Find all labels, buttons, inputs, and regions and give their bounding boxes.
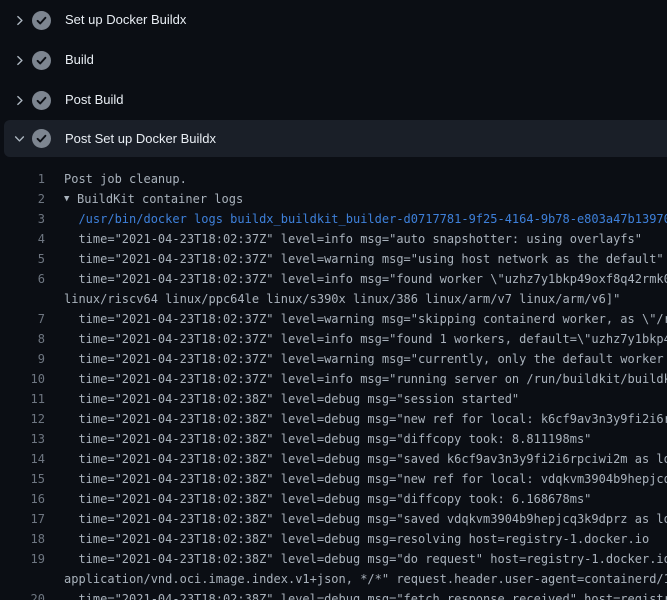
log-text: time="2021-04-23T18:02:38Z" level=debug … — [64, 509, 667, 529]
chevron-down-icon — [12, 132, 26, 146]
log-group-title[interactable]: BuildKit container logs — [77, 189, 243, 209]
log-text: time="2021-04-23T18:02:38Z" level=debug … — [64, 389, 519, 409]
log-line-number[interactable]: 14 — [0, 449, 45, 469]
workflow-log-panel: Set up Docker Buildx Build Post Build Post … — [0, 0, 667, 600]
log-line: 5 time="2021-04-23T18:02:37Z" level=warn… — [0, 249, 667, 269]
log-line-number[interactable]: 8 — [0, 329, 45, 349]
log-text: time="2021-04-23T18:02:38Z" level=debug … — [64, 489, 591, 509]
log-line-number[interactable]: 11 — [0, 389, 45, 409]
step-row-set-up-docker-buildx[interactable]: Set up Docker Buildx — [0, 0, 667, 40]
chevron-right-icon — [12, 13, 26, 27]
step-row-post-build[interactable]: Post Build — [0, 80, 667, 120]
step-label: Build — [65, 51, 94, 69]
log-text: Post job cleanup. — [64, 169, 187, 189]
log-line-number[interactable]: 6 — [0, 269, 45, 289]
log-line: 13 time="2021-04-23T18:02:38Z" level=deb… — [0, 429, 667, 449]
log-text: time="2021-04-23T18:02:37Z" level=info m… — [64, 269, 667, 289]
log-text: linux/riscv64 linux/ppc64le linux/s390x … — [64, 289, 620, 309]
log-text: time="2021-04-23T18:02:38Z" level=debug … — [64, 589, 667, 600]
log-line-number[interactable]: 15 — [0, 469, 45, 489]
log-line-number — [0, 569, 45, 589]
log-command-text: /usr/bin/docker logs buildx_buildkit_bui… — [64, 209, 667, 229]
log-line-number[interactable]: 9 — [0, 349, 45, 369]
step-list: Set up Docker Buildx Build Post Build Post … — [0, 0, 667, 157]
log-line: 10 time="2021-04-23T18:02:37Z" level=inf… — [0, 369, 667, 389]
check-circle-icon — [32, 51, 51, 70]
log-text: time="2021-04-23T18:02:38Z" level=debug … — [64, 549, 667, 569]
log-line: 12 time="2021-04-23T18:02:38Z" level=deb… — [0, 409, 667, 429]
log-line: 20 time="2021-04-23T18:02:38Z" level=deb… — [0, 589, 667, 600]
log-line: 8 time="2021-04-23T18:02:37Z" level=info… — [0, 329, 667, 349]
log-line-number — [0, 289, 45, 309]
log-line: 18 time="2021-04-23T18:02:38Z" level=deb… — [0, 529, 667, 549]
log-line-number[interactable]: 1 — [0, 169, 45, 189]
log-text: time="2021-04-23T18:02:37Z" level=info m… — [64, 229, 642, 249]
log-line-number[interactable]: 16 — [0, 489, 45, 509]
log-line-number[interactable]: 10 — [0, 369, 45, 389]
log-line-number[interactable]: 2 — [0, 189, 45, 209]
log-text: time="2021-04-23T18:02:37Z" level=warnin… — [64, 349, 667, 369]
log-line-number[interactable]: 20 — [0, 589, 45, 600]
log-line-number[interactable]: 13 — [0, 429, 45, 449]
step-label: Post Build — [65, 91, 124, 109]
log-line-number[interactable]: 7 — [0, 309, 45, 329]
group-toggle-icon[interactable]: ▼ — [64, 189, 77, 209]
log-line: 4 time="2021-04-23T18:02:37Z" level=info… — [0, 229, 667, 249]
chevron-right-icon — [12, 93, 26, 107]
log-line-continuation: linux/riscv64 linux/ppc64le linux/s390x … — [0, 289, 667, 309]
log-line-number[interactable]: 3 — [0, 209, 45, 229]
check-circle-icon — [32, 129, 51, 148]
log-text: application/vnd.oci.image.index.v1+json,… — [64, 569, 667, 589]
log-line: 11 time="2021-04-23T18:02:38Z" level=deb… — [0, 389, 667, 409]
log-text: time="2021-04-23T18:02:38Z" level=debug … — [64, 409, 667, 429]
log-line-number[interactable]: 4 — [0, 229, 45, 249]
log-line-number[interactable]: 17 — [0, 509, 45, 529]
log-line: 3 /usr/bin/docker logs buildx_buildkit_b… — [0, 209, 667, 229]
log-area: 1 Post job cleanup. 2 ▼BuildKit container l… — [0, 157, 667, 600]
log-line: 9 time="2021-04-23T18:02:37Z" level=warn… — [0, 349, 667, 369]
log-line: 15 time="2021-04-23T18:02:38Z" level=deb… — [0, 469, 667, 489]
log-line-number[interactable]: 5 — [0, 249, 45, 269]
log-line: 19 time="2021-04-23T18:02:38Z" level=deb… — [0, 549, 667, 569]
log-line: 6 time="2021-04-23T18:02:37Z" level=info… — [0, 269, 667, 289]
log-line: 2 ▼BuildKit container logs — [0, 189, 667, 209]
log-line: 1 Post job cleanup. — [0, 169, 667, 189]
step-row-build[interactable]: Build — [0, 40, 667, 80]
log-text: time="2021-04-23T18:02:38Z" level=debug … — [64, 469, 667, 489]
log-line-number[interactable]: 19 — [0, 549, 45, 569]
log-line-number[interactable]: 12 — [0, 409, 45, 429]
step-label: Set up Docker Buildx — [65, 11, 186, 29]
log-line: 14 time="2021-04-23T18:02:38Z" level=deb… — [0, 449, 667, 469]
chevron-right-icon — [12, 53, 26, 67]
step-label: Post Set up Docker Buildx — [65, 130, 216, 148]
log-line: 17 time="2021-04-23T18:02:38Z" level=deb… — [0, 509, 667, 529]
step-row-post-set-up-docker-buildx[interactable]: Post Set up Docker Buildx — [4, 120, 667, 157]
log-text: time="2021-04-23T18:02:38Z" level=debug … — [64, 529, 649, 549]
log-text: time="2021-04-23T18:02:38Z" level=debug … — [64, 429, 591, 449]
log-text: time="2021-04-23T18:02:37Z" level=info m… — [64, 369, 667, 389]
log-text: time="2021-04-23T18:02:37Z" level=warnin… — [64, 309, 667, 329]
log-line-number[interactable]: 18 — [0, 529, 45, 549]
check-circle-icon — [32, 11, 51, 30]
check-circle-icon — [32, 91, 51, 110]
log-line: 7 time="2021-04-23T18:02:37Z" level=warn… — [0, 309, 667, 329]
log-text: time="2021-04-23T18:02:37Z" level=warnin… — [64, 249, 664, 269]
log-text: time="2021-04-23T18:02:37Z" level=info m… — [64, 329, 667, 349]
log-line-continuation: application/vnd.oci.image.index.v1+json,… — [0, 569, 667, 589]
log-line: 16 time="2021-04-23T18:02:38Z" level=deb… — [0, 489, 667, 509]
log-text: time="2021-04-23T18:02:38Z" level=debug … — [64, 449, 667, 469]
